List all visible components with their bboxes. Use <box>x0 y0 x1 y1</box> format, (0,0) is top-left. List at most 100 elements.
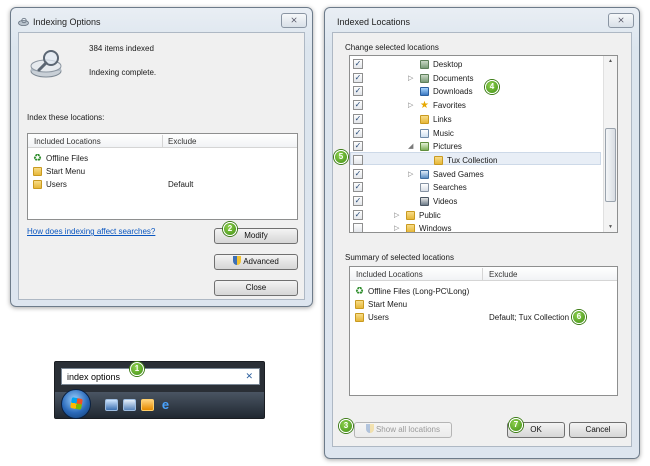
summary-list[interactable]: Included Locations Exclude ♻ Offline Fil… <box>349 266 618 396</box>
tree-item-label: Videos <box>433 197 458 206</box>
folder-icon <box>33 167 42 176</box>
tree-item-label: Tux Collection <box>447 155 498 165</box>
advanced-button[interactable]: Advanced <box>214 254 298 270</box>
tree-item[interactable]: ★ Favorites <box>420 99 466 112</box>
close-window-button[interactable]: ⨯ <box>281 13 307 28</box>
indexing-help-link[interactable]: How does indexing affect searches? <box>27 227 155 236</box>
tree-item[interactable]: Videos <box>420 195 457 208</box>
cancel-button-label: Cancel <box>585 425 611 434</box>
folder-icon <box>406 224 415 232</box>
step-badge-6: 6 <box>572 310 586 324</box>
location-checkbox[interactable]: ✓ <box>353 209 363 220</box>
location-checkbox[interactable]: ✓ <box>353 182 363 193</box>
close-button-label: Close <box>245 283 267 292</box>
location-checkbox[interactable]: ✓ <box>353 100 363 111</box>
links-icon <box>420 114 429 124</box>
desktop-folder-icon <box>420 60 429 69</box>
scroll-down-arrow-icon[interactable]: ▼ <box>604 223 617 231</box>
location-checkbox[interactable]: ✓ <box>353 141 363 152</box>
expand-arrow-icon[interactable]: ▷ <box>408 74 413 82</box>
location-checkbox[interactable]: ✓ <box>353 168 363 179</box>
column-header-included[interactable]: Included Locations <box>356 270 423 279</box>
switch-windows-icon[interactable] <box>123 399 136 411</box>
collapse-arrow-icon[interactable]: ◢ <box>408 142 413 150</box>
tree-item-label: Public <box>419 210 441 220</box>
expand-arrow-icon[interactable]: ▷ <box>394 224 399 232</box>
offline-files-icon: ♻ <box>33 153 42 164</box>
step-badge-2: 2 <box>223 222 237 236</box>
indexing-options-title-icon <box>18 17 29 26</box>
expand-arrow-icon[interactable]: ▷ <box>394 211 399 219</box>
folder-icon <box>33 180 42 189</box>
library-icon <box>420 73 429 83</box>
location-checkbox[interactable]: ✓ <box>353 196 363 206</box>
change-locations-heading: Change selected locations <box>345 43 439 52</box>
indexed-locations-client: Change selected locations ✓ Desktop ✓ ▷ Docu… <box>332 32 632 447</box>
tree-item[interactable]: Tux Collection <box>434 154 497 167</box>
location-checkbox[interactable]: ✓ <box>353 127 363 138</box>
close-button[interactable]: Close <box>214 280 298 296</box>
step-badge-1: 1 <box>130 362 144 376</box>
location-checkbox[interactable] <box>353 154 363 165</box>
location-checkbox[interactable]: ✓ <box>353 113 363 124</box>
expand-arrow-icon[interactable]: ▷ <box>408 170 413 178</box>
summary-heading: Summary of selected locations <box>345 253 454 262</box>
cancel-button[interactable]: Cancel <box>569 422 627 438</box>
included-locations-list[interactable]: Included Locations Exclude ♻ Offline Fil… <box>27 133 298 220</box>
tree-item[interactable]: Documents <box>420 72 473 85</box>
internet-explorer-icon[interactable]: e <box>159 398 172 411</box>
location-checkbox[interactable]: ✓ <box>353 72 363 83</box>
summary-location-name: Offline Files (Long-PC\Long) <box>368 287 470 296</box>
show-all-locations-button[interactable]: Show all locations <box>354 422 452 438</box>
column-header-included[interactable]: Included Locations <box>34 137 101 146</box>
list-item[interactable]: ♻ Offline Files <box>33 152 295 165</box>
step-badge-5: 5 <box>334 150 348 164</box>
folder-icon <box>406 210 415 220</box>
searches-icon <box>420 183 429 193</box>
music-icon <box>420 128 429 138</box>
scroll-up-arrow-icon[interactable]: ▲ <box>604 57 617 65</box>
scrollbar-thumb[interactable] <box>605 128 616 202</box>
tree-item[interactable]: Pictures <box>420 140 462 153</box>
list-item[interactable]: Start Menu <box>33 165 295 178</box>
summary-row[interactable]: ♻ Offline Files (Long-PC\Long) <box>355 285 617 298</box>
downloads-icon <box>420 87 429 97</box>
tree-item-label: Music <box>433 128 454 138</box>
summary-location-name: Start Menu <box>368 300 408 309</box>
tree-item[interactable]: Downloads <box>420 85 473 98</box>
column-header-exclude[interactable]: Exclude <box>489 270 517 279</box>
show-desktop-icon[interactable] <box>105 399 118 411</box>
tree-item[interactable]: Windows <box>406 222 451 232</box>
start-search-input[interactable]: index options ✕ <box>61 368 260 385</box>
location-checkbox[interactable]: ✓ <box>353 86 363 97</box>
step-badge-3: 3 <box>339 419 353 433</box>
tree-item-label: Pictures <box>433 142 462 152</box>
expand-arrow-icon[interactable]: ▷ <box>408 101 413 109</box>
advanced-button-label: Advanced <box>243 257 279 266</box>
tree-item-label: Searches <box>433 183 467 193</box>
locations-tree[interactable]: ✓ Desktop ✓ ▷ Documents ✓ Downloads ✓ ▷ ★ Favorite… <box>349 55 618 233</box>
tree-item[interactable]: Searches <box>420 181 467 194</box>
tree-item[interactable]: Music <box>420 127 454 140</box>
vertical-scrollbar[interactable]: ▲ ▼ <box>603 56 617 232</box>
offline-files-icon: ♻ <box>355 286 364 297</box>
location-checkbox[interactable]: ✓ <box>353 59 363 69</box>
start-orb-icon[interactable] <box>61 389 91 419</box>
tree-item[interactable]: Links <box>420 113 452 126</box>
column-header-exclude[interactable]: Exclude <box>168 137 196 146</box>
tree-item-label: Downloads <box>433 87 473 97</box>
tree-item[interactable]: Public <box>406 209 441 222</box>
media-player-icon[interactable] <box>141 399 154 411</box>
tree-item-label: Documents <box>433 73 474 83</box>
list-item[interactable]: Users Default <box>33 178 295 191</box>
tree-item[interactable]: Saved Games <box>420 168 484 181</box>
videos-icon <box>420 197 429 206</box>
tree-item[interactable]: Desktop <box>420 58 462 71</box>
close-window-button[interactable]: ⨯ <box>608 13 634 28</box>
saved-games-icon <box>420 169 429 179</box>
location-checkbox[interactable] <box>353 223 363 232</box>
location-name: Offline Files <box>46 154 89 163</box>
summary-list-header: Included Locations Exclude <box>350 267 617 281</box>
ok-button-label: OK <box>530 425 542 434</box>
clear-search-icon[interactable]: ✕ <box>245 371 253 382</box>
